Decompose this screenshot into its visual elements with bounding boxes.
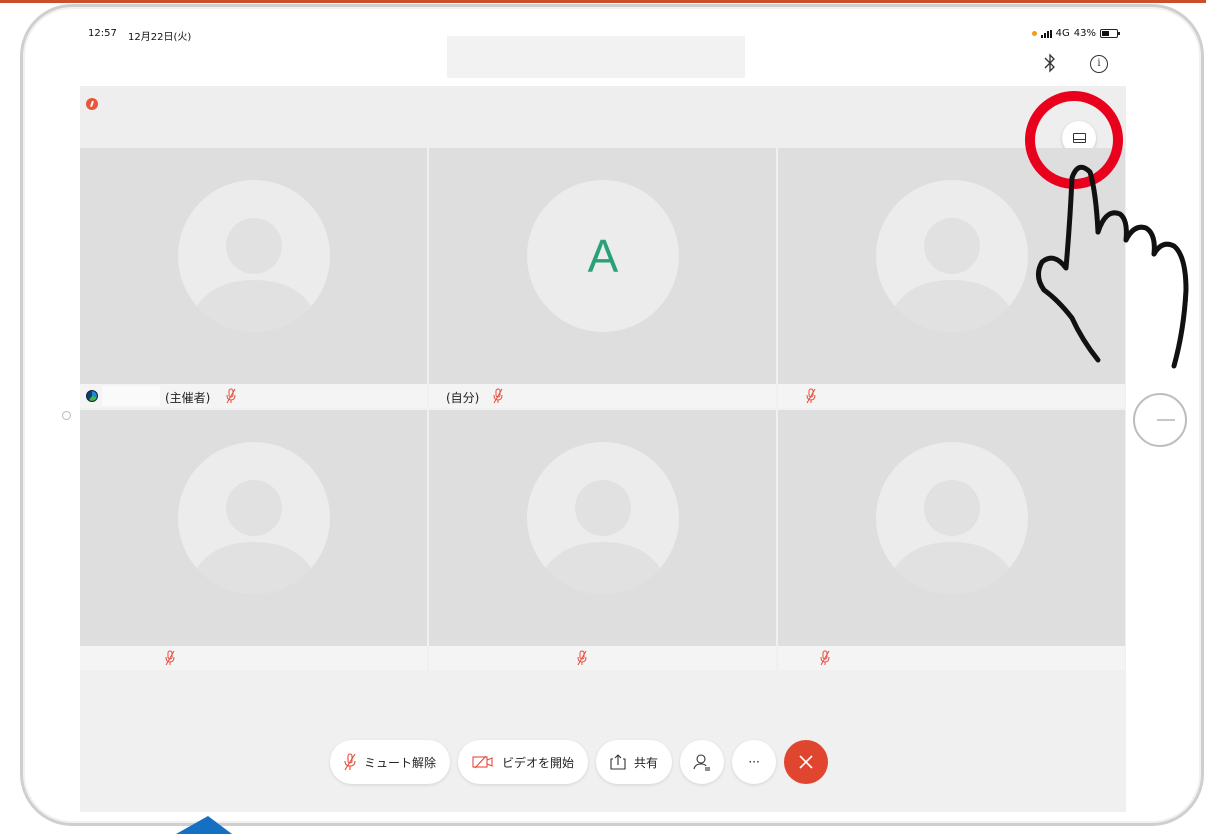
avatar-letter: A: [587, 230, 619, 282]
meeting-header: [80, 86, 1126, 155]
status-bar: 12:57 12月22日(火) 4G 43% i: [80, 22, 1126, 86]
mic-off-icon: [493, 388, 503, 404]
participant-name-bar: (主催者): [80, 384, 427, 408]
participant-role: (自分): [446, 391, 480, 405]
participant-name-bar: [778, 646, 1125, 670]
status-time: 12:57: [88, 28, 117, 39]
mic-off-icon: [820, 650, 830, 666]
battery-percent: 43%: [1073, 28, 1096, 39]
muted-status-icon: [86, 98, 98, 110]
mic-indicator-icon: [1031, 31, 1037, 36]
signal-icon: [1040, 29, 1052, 38]
more-label: ···: [748, 755, 760, 769]
mic-off-icon: [226, 388, 236, 404]
share-icon: [610, 754, 626, 770]
camera-dot: [62, 411, 71, 420]
network-type: 4G: [1055, 28, 1070, 39]
participant-tile[interactable]: A: [429, 148, 776, 386]
participant-tile[interactable]: [429, 410, 776, 648]
status-date: 12月22日(火): [128, 32, 192, 43]
home-button[interactable]: [1133, 393, 1187, 447]
avatar: [527, 442, 679, 594]
mic-off-icon: [806, 388, 816, 404]
participants-button[interactable]: [680, 740, 725, 784]
avatar-letter: [178, 442, 330, 594]
participant-tile[interactable]: [778, 410, 1125, 648]
avatar-letter: [527, 442, 679, 594]
participants-icon: [693, 754, 711, 771]
video-off-icon: [472, 755, 493, 769]
mic-off-icon: [165, 650, 175, 666]
video-grid: A (主催者) (自分): [80, 148, 1126, 672]
end-call-icon: [799, 755, 813, 769]
avatar-letter: [876, 180, 1028, 332]
avatar: [876, 180, 1028, 332]
participant-role: (主催者): [165, 391, 211, 405]
avatar: A: [527, 180, 679, 332]
participant-name-bar: [778, 384, 1125, 408]
participant-name-bar: [80, 646, 427, 670]
bluetooth-icon[interactable]: [1042, 52, 1058, 74]
avatar-letter: [876, 442, 1028, 594]
meeting-toolbar: ミュート解除 ビデオを開始 共有 ···: [330, 740, 829, 784]
end-call-button[interactable]: [784, 740, 829, 784]
layout-icon: [1073, 133, 1086, 143]
status-indicators: 4G 43%: [1031, 28, 1120, 39]
participant-tile[interactable]: [80, 148, 427, 386]
participant-tile[interactable]: [778, 148, 1125, 386]
share-label: 共有: [634, 755, 659, 770]
meeting-title-redacted: [447, 36, 745, 78]
start-video-button[interactable]: ビデオを開始: [458, 740, 589, 784]
name-redacted: [102, 386, 160, 406]
avatar: [178, 442, 330, 594]
avatar-letter: [178, 180, 330, 332]
participant-name-bar: [429, 646, 776, 670]
meeting-screen: 12:57 12月22日(火) 4G 43% i A (主催者) (自分) ミュ…: [80, 22, 1126, 812]
participant-tile[interactable]: [80, 410, 427, 648]
more-button[interactable]: ···: [732, 740, 777, 784]
mic-off-icon: [344, 753, 356, 771]
unmute-label: ミュート解除: [364, 755, 437, 770]
mic-off-icon: [577, 650, 587, 666]
battery-icon: [1100, 29, 1120, 38]
unmute-button[interactable]: ミュート解除: [330, 740, 451, 784]
participant-name-bar: (自分): [429, 384, 776, 408]
info-icon[interactable]: i: [1090, 55, 1108, 73]
avatar: [178, 180, 330, 332]
avatar: [876, 442, 1028, 594]
top-edge: [0, 0, 1206, 3]
start-video-label: ビデオを開始: [502, 755, 575, 770]
host-icon: [86, 390, 98, 402]
share-button[interactable]: 共有: [596, 740, 673, 784]
